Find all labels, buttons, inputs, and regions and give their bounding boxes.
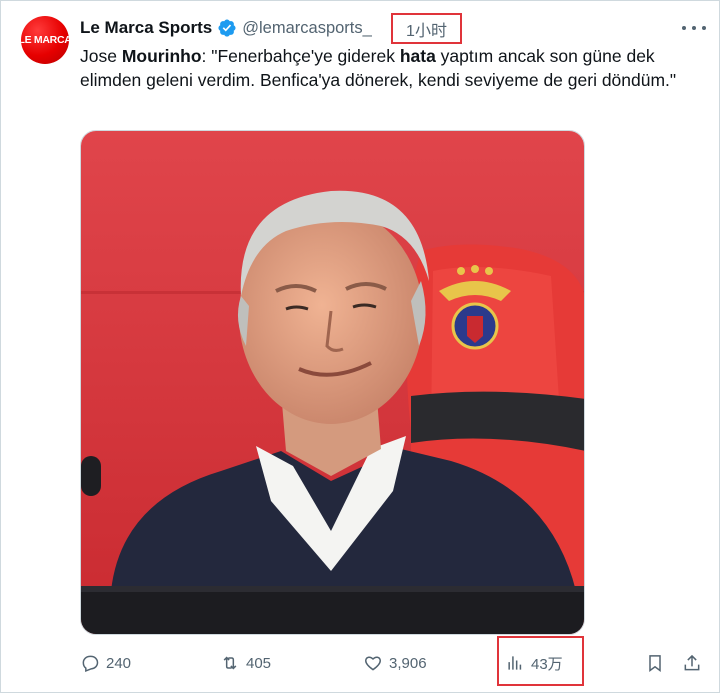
author-name[interactable]: Le Marca Sports xyxy=(80,18,212,38)
tweet-header: Le Marca Sports @lemarcasports_ xyxy=(80,16,372,40)
more-options-icon[interactable] xyxy=(682,19,706,37)
avatar[interactable]: LE MARCA xyxy=(21,16,69,64)
photo-press-conference xyxy=(81,131,584,634)
avatar-logo-text: LE MARCA xyxy=(21,34,69,46)
tweet-photo[interactable] xyxy=(80,130,585,635)
mention-mourinho: Mourinho xyxy=(121,46,202,66)
timestamp-link[interactable]: 1小时 xyxy=(391,13,462,44)
bookmark-button[interactable] xyxy=(645,650,665,676)
views-icon xyxy=(508,656,522,670)
retweet-count: 405 xyxy=(246,654,272,672)
reply-icon xyxy=(82,655,99,673)
action-bar: 240 405 3,906 43万 xyxy=(80,650,708,676)
share-button[interactable] xyxy=(682,650,702,676)
tweet-text: Jose Mourinho: "Fenerbahçe'ye giderek ha… xyxy=(80,46,677,90)
like-count: 3,906 xyxy=(389,654,427,672)
views-count: 43万 xyxy=(531,655,563,673)
retweet-button[interactable]: 405 xyxy=(220,650,271,676)
bookmark-icon xyxy=(649,655,661,672)
author-handle[interactable]: @lemarcasports_ xyxy=(242,19,372,38)
verified-badge-icon xyxy=(218,19,236,37)
timestamp: 1小时 xyxy=(406,22,447,40)
like-button[interactable]: 3,906 xyxy=(363,650,427,676)
bold-word-hata: hata xyxy=(399,46,436,66)
like-icon xyxy=(364,656,382,671)
share-icon xyxy=(684,654,700,671)
retweet-icon xyxy=(223,656,237,670)
reply-count: 240 xyxy=(106,654,132,672)
views-button[interactable]: 43万 xyxy=(505,650,563,676)
reply-button[interactable]: 240 xyxy=(80,650,131,676)
